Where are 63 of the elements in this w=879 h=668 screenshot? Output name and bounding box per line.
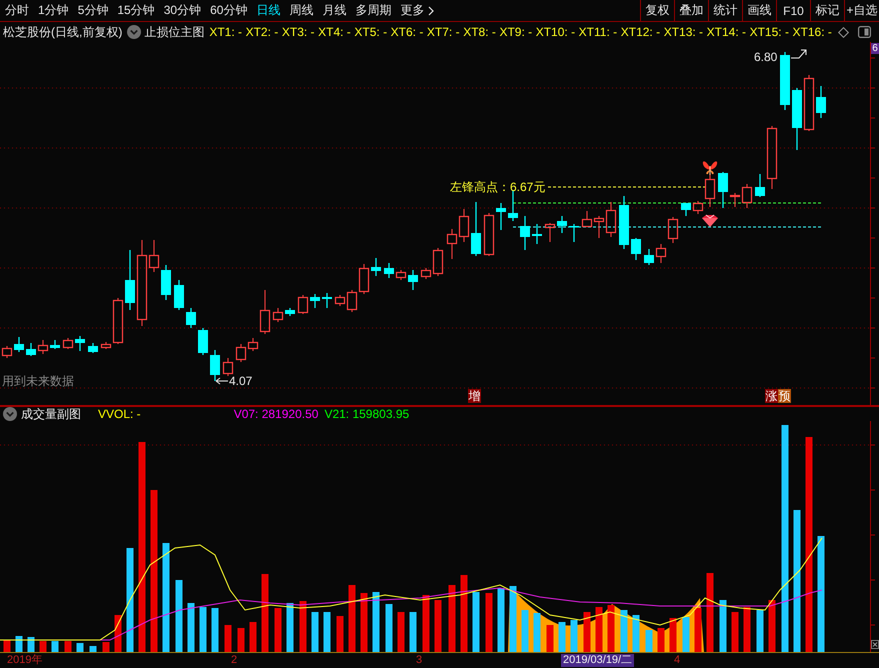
high-price-label: 6.80 xyxy=(754,50,778,64)
volume-value: VVOL: - xyxy=(98,407,141,421)
date-label: 2019年 xyxy=(6,654,44,667)
indicator-value: XT12: - xyxy=(620,25,660,39)
indicator-value: XT15: - xyxy=(750,25,789,39)
signal-tag: 预 xyxy=(778,389,791,403)
signal-tag: 增 xyxy=(468,389,481,403)
signal-tag: 涨 xyxy=(765,389,778,403)
indicator-value: XT8: - xyxy=(463,25,496,39)
stock-title: 松芝股份(日线,前复权) xyxy=(3,24,122,40)
high-point-label: 左锋高点：6.67元 xyxy=(450,180,546,194)
period-tab[interactable]: 分时 xyxy=(0,0,34,21)
indicator-value: XT6: - xyxy=(390,25,424,39)
period-tab[interactable]: 15分钟 xyxy=(112,0,160,21)
indicator-value: XT7: - xyxy=(426,25,460,39)
period-tab[interactable]: 30分钟 xyxy=(159,0,206,21)
toolbar-button[interactable]: 画线 xyxy=(742,0,776,21)
gem-icon xyxy=(702,214,718,227)
toolbar-button[interactable]: F10 xyxy=(776,0,810,21)
indicator-value: XT16: - xyxy=(792,25,832,39)
volume-value: V07: 281920.50 xyxy=(234,407,318,421)
panel-toggle-icon[interactable] xyxy=(858,26,870,38)
date-label: 3 xyxy=(415,654,424,667)
indicator-value: XT11: - xyxy=(578,25,618,39)
indicator-value: XT3: - xyxy=(282,25,315,39)
period-tab[interactable]: 5分钟 xyxy=(73,0,113,21)
indicator-value: XT14: - xyxy=(706,25,746,39)
period-tab[interactable]: 1分钟 xyxy=(34,0,74,21)
toolbar-button[interactable]: 叠加 xyxy=(674,0,708,21)
toolbar-button[interactable]: 统计 xyxy=(708,0,742,21)
date-label: 2 xyxy=(230,654,238,667)
indicator-value: XT9: - xyxy=(499,25,532,39)
volume-value: V21: 159803.95 xyxy=(324,407,410,421)
warning-text: 用到未来数据 xyxy=(2,374,74,388)
period-tab[interactable]: 日线 xyxy=(252,0,285,21)
arrow-icon xyxy=(216,378,228,384)
close-icon[interactable] xyxy=(871,640,879,649)
indicator-value: XT4: - xyxy=(318,25,351,39)
period-tab[interactable]: 更多 xyxy=(396,0,439,21)
indicator-value: XT5: - xyxy=(354,25,388,39)
diamond-icon[interactable] xyxy=(838,26,848,38)
indicator-value: XT10: - xyxy=(536,25,576,39)
date-label: 4 xyxy=(673,654,682,667)
chevron-down-icon[interactable] xyxy=(127,25,142,39)
low-price-label: 4.07 xyxy=(229,374,252,388)
date-label: 2019/03/19/二 xyxy=(561,654,634,667)
toolbar-button[interactable]: +自选 xyxy=(844,0,879,21)
indicator-value: XT13: - xyxy=(664,25,704,39)
period-tab[interactable]: 月线 xyxy=(318,0,351,21)
period-tab[interactable]: 周线 xyxy=(284,0,318,21)
chevron-down-icon[interactable] xyxy=(3,407,17,421)
indicator-name: 止损位主图 xyxy=(144,24,204,40)
chevron-right-icon xyxy=(428,6,434,16)
volume-title: 成交量副图 xyxy=(21,406,81,422)
price-axis-label: 6 xyxy=(871,43,879,54)
period-tab[interactable]: 60分钟 xyxy=(206,0,252,21)
indicator-value: XT2: - xyxy=(246,25,278,39)
toolbar-button[interactable]: 标记 xyxy=(810,0,844,21)
indicator-value: XT1: - xyxy=(209,25,242,39)
toolbar-button[interactable]: 复权 xyxy=(640,0,674,21)
period-tab[interactable]: 多周期 xyxy=(350,0,396,21)
arrow-icon xyxy=(790,50,806,58)
butterfly-icon xyxy=(702,161,718,176)
